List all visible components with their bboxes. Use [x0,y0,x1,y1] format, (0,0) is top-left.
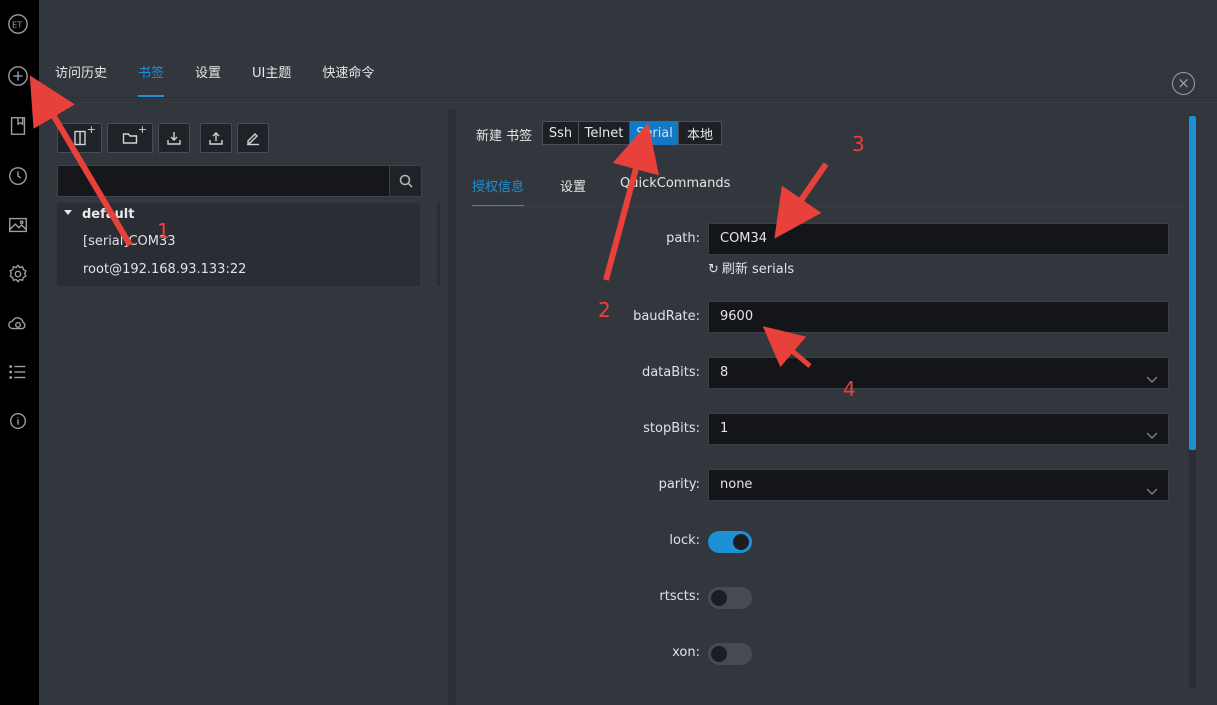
search-icon [399,174,413,188]
left-scrollbar[interactable] [437,203,440,286]
gear-icon[interactable] [6,262,30,286]
stopbits-select[interactable]: 1 [708,413,1169,445]
search-button[interactable] [389,166,421,196]
tree-group[interactable]: default [64,207,134,222]
xon-label: xon: [672,645,700,660]
upload-icon [209,132,223,145]
bookmark-icon[interactable] [6,114,30,138]
type-telnet[interactable]: Telnet [578,121,630,145]
type-ssh[interactable]: Ssh [542,121,579,145]
baudrate-input[interactable]: 9600 [708,301,1169,333]
type-serial[interactable]: Serial [630,121,679,145]
tab-bookmarks[interactable]: 书签 [138,64,165,97]
annotation-1: 1 [157,219,170,243]
refresh-serials-button[interactable]: ↻ 刷新 serials [708,258,794,277]
download-icon [167,132,181,145]
chevron-down-icon [1146,423,1158,439]
panel-divider[interactable] [448,110,456,705]
caret-down-icon [64,210,72,215]
chevron-down-icon [1146,479,1158,495]
new-file-icon [73,130,86,146]
new-folder-button[interactable]: + [107,123,153,153]
left-rail: ET [0,0,39,705]
subtab-auth[interactable]: 授权信息 [472,176,525,207]
export-button[interactable] [200,123,232,153]
import-button[interactable] [158,123,190,153]
arrow-2 [603,122,659,281]
group-label: default [82,207,135,222]
subtab-quickcommands[interactable]: QuickCommands [620,176,730,207]
right-scrollbar-thumb[interactable] [1189,116,1196,450]
rtscts-label: rtscts: [659,589,700,604]
bookmark-tree: default [serial]COM33 root@192.168.93.13… [57,203,420,286]
image-icon[interactable] [6,213,30,237]
tab-history[interactable]: 访问历史 [55,64,107,97]
lock-toggle[interactable] [708,531,752,553]
tree-item[interactable]: root@192.168.93.133:22 [83,262,246,277]
list-icon[interactable] [6,360,30,384]
parity-label: parity: [658,477,700,492]
cloud-icon[interactable] [6,311,30,335]
new-bookmark-label: 新建 书签 [476,129,533,144]
refresh-icon: ↻ [708,262,719,277]
annotation-4: 4 [843,377,856,401]
path-input[interactable]: COM34 [708,223,1169,255]
arrow-3 [774,162,829,239]
rtscts-toggle[interactable] [708,587,752,609]
refresh-label: 刷新 serials [721,262,795,277]
new-bookmark-button[interactable]: + [57,123,102,153]
tab-settings[interactable]: 设置 [195,64,221,97]
search-box [57,165,422,197]
tab-quick-commands[interactable]: 快速命令 [322,64,374,97]
annotation-2: 2 [598,298,611,322]
stopbits-label: stopBits: [643,421,700,436]
svg-text:ET: ET [12,20,23,30]
databits-value: 8 [720,365,729,380]
toggle-knob [711,646,727,662]
toggle-knob [733,534,749,550]
logo-icon[interactable]: ET [6,12,30,36]
toggle-knob [711,590,727,606]
subtabs-divider [472,206,1182,207]
chevron-down-icon [1146,367,1158,383]
close-icon[interactable]: × [1172,72,1195,95]
subtab-settings[interactable]: 设置 [560,176,586,207]
lock-label: lock: [669,533,700,548]
parity-value: none [720,477,753,492]
folder-icon [122,133,138,144]
path-label: path: [666,231,700,246]
info-icon[interactable] [6,409,30,433]
search-input[interactable] [58,166,389,196]
clock-icon[interactable] [6,164,30,188]
tab-ui-theme[interactable]: UI主题 [252,64,291,97]
edit-button[interactable] [237,123,269,153]
databits-label: dataBits: [641,365,700,380]
type-local[interactable]: 本地 [678,121,722,145]
databits-select[interactable]: 8 [708,357,1169,389]
tabs-divider [39,97,1217,98]
annotation-3: 3 [852,132,865,156]
main-tabs: 访问历史 书签 设置 UI主题 快速命令 [55,64,405,98]
parity-select[interactable]: none [708,469,1169,501]
pencil-icon [247,133,259,146]
plus-circle-icon[interactable] [6,64,30,88]
stopbits-value: 1 [720,421,729,436]
xon-toggle[interactable] [708,643,752,665]
